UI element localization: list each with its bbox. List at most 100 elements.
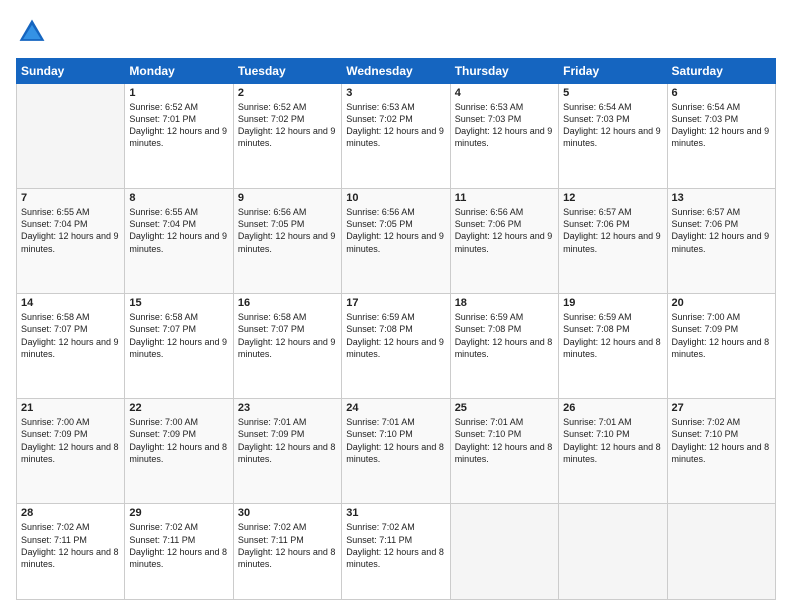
day-info: Sunrise: 7:02 AMSunset: 7:10 PMDaylight:… xyxy=(672,416,771,465)
day-number: 24 xyxy=(346,402,445,414)
day-number: 3 xyxy=(346,87,445,99)
day-number: 17 xyxy=(346,297,445,309)
day-info: Sunrise: 7:01 AMSunset: 7:10 PMDaylight:… xyxy=(346,416,445,465)
calendar-day-cell: 23Sunrise: 7:01 AMSunset: 7:09 PMDayligh… xyxy=(233,399,341,504)
day-number: 11 xyxy=(455,192,554,204)
calendar-day-cell xyxy=(559,504,667,600)
day-info: Sunrise: 6:52 AMSunset: 7:02 PMDaylight:… xyxy=(238,101,337,150)
day-info: Sunrise: 6:59 AMSunset: 7:08 PMDaylight:… xyxy=(346,311,445,360)
day-info: Sunrise: 6:56 AMSunset: 7:06 PMDaylight:… xyxy=(455,206,554,255)
calendar-day-cell: 3Sunrise: 6:53 AMSunset: 7:02 PMDaylight… xyxy=(342,84,450,189)
day-info: Sunrise: 7:01 AMSunset: 7:09 PMDaylight:… xyxy=(238,416,337,465)
calendar-day-cell: 19 Sunrise: 6:59 AMSunset: 7:08 PMDayligh… xyxy=(559,294,667,399)
day-number: 7 xyxy=(21,192,120,204)
day-info: Sunrise: 6:58 AMSunset: 7:07 PMDaylight:… xyxy=(238,311,337,360)
calendar-day-cell xyxy=(450,504,558,600)
calendar-week-row: 1Sunrise: 6:52 AMSunset: 7:01 PMDaylight… xyxy=(17,84,776,189)
day-number: 22 xyxy=(129,402,228,414)
calendar-day-header: Sunday xyxy=(17,59,125,84)
calendar-day-cell: 16 Sunrise: 6:58 AMSunset: 7:07 PMDayligh… xyxy=(233,294,341,399)
day-number: 18 xyxy=(455,297,554,309)
day-info: Sunrise: 7:00 AMSunset: 7:09 PMDaylight:… xyxy=(672,311,771,360)
calendar-day-cell: 7Sunrise: 6:55 AMSunset: 7:04 PMDaylight… xyxy=(17,189,125,294)
day-info: Sunrise: 6:56 AMSunset: 7:05 PMDaylight:… xyxy=(346,206,445,255)
day-info: Sunrise: 6:54 AMSunset: 7:03 PMDaylight:… xyxy=(672,101,771,150)
calendar-day-cell: 2 Sunrise: 6:52 AMSunset: 7:02 PMDaylight… xyxy=(233,84,341,189)
calendar-day-cell: 15 Sunrise: 6:58 AMSunset: 7:07 PMDayligh… xyxy=(125,294,233,399)
day-number: 12 xyxy=(563,192,662,204)
calendar-header-row: SundayMondayTuesdayWednesdayThursdayFrid… xyxy=(17,59,776,84)
calendar-day-cell: 28 Sunrise: 7:02 AMSunset: 7:11 PMDayligh… xyxy=(17,504,125,600)
calendar-week-row: 28 Sunrise: 7:02 AMSunset: 7:11 PMDayligh… xyxy=(17,504,776,600)
calendar-week-row: 21 Sunrise: 7:00 AMSunset: 7:09 PMDayligh… xyxy=(17,399,776,504)
day-number: 2 xyxy=(238,87,337,99)
day-number: 26 xyxy=(563,402,662,414)
calendar-day-header: Saturday xyxy=(667,59,775,84)
day-number: 8 xyxy=(129,192,228,204)
day-number: 19 xyxy=(563,297,662,309)
day-number: 21 xyxy=(21,402,120,414)
day-info: Sunrise: 6:57 AMSunset: 7:06 PMDaylight:… xyxy=(563,206,662,255)
header xyxy=(16,16,776,48)
calendar-day-header: Monday xyxy=(125,59,233,84)
calendar-day-cell xyxy=(17,84,125,189)
calendar-day-cell: 11 Sunrise: 6:56 AMSunset: 7:06 PMDayligh… xyxy=(450,189,558,294)
day-number: 15 xyxy=(129,297,228,309)
day-number: 9 xyxy=(238,192,337,204)
calendar-day-cell: 31Sunrise: 7:02 AMSunset: 7:11 PMDayligh… xyxy=(342,504,450,600)
day-number: 16 xyxy=(238,297,337,309)
day-info: Sunrise: 7:02 AMSunset: 7:11 PMDaylight:… xyxy=(21,521,120,570)
calendar-day-header: Tuesday xyxy=(233,59,341,84)
calendar-day-cell xyxy=(667,504,775,600)
day-info: Sunrise: 6:58 AMSunset: 7:07 PMDaylight:… xyxy=(129,311,228,360)
day-info: Sunrise: 6:57 AMSunset: 7:06 PMDaylight:… xyxy=(672,206,771,255)
calendar-table: SundayMondayTuesdayWednesdayThursdayFrid… xyxy=(16,58,776,600)
day-number: 29 xyxy=(129,507,228,519)
calendar-day-cell: 14 Sunrise: 6:58 AMSunset: 7:07 PMDayligh… xyxy=(17,294,125,399)
calendar-day-cell: 12 Sunrise: 6:57 AMSunset: 7:06 PMDayligh… xyxy=(559,189,667,294)
day-info: Sunrise: 6:58 AMSunset: 7:07 PMDaylight:… xyxy=(21,311,120,360)
day-info: Sunrise: 6:55 AMSunset: 7:04 PMDaylight:… xyxy=(129,206,228,255)
day-number: 28 xyxy=(21,507,120,519)
calendar-day-cell: 26 Sunrise: 7:01 AMSunset: 7:10 PMDayligh… xyxy=(559,399,667,504)
day-info: Sunrise: 6:59 AMSunset: 7:08 PMDaylight:… xyxy=(455,311,554,360)
calendar-day-cell: 21Sunrise: 7:00 AMSunset: 7:09 PMDayligh… xyxy=(17,399,125,504)
calendar-day-cell: 10 Sunrise: 6:56 AMSunset: 7:05 PMDayligh… xyxy=(342,189,450,294)
day-number: 30 xyxy=(238,507,337,519)
day-number: 4 xyxy=(455,87,554,99)
calendar-day-cell: 20 Sunrise: 7:00 AMSunset: 7:09 PMDayligh… xyxy=(667,294,775,399)
calendar-day-header: Thursday xyxy=(450,59,558,84)
day-number: 27 xyxy=(672,402,771,414)
logo-icon xyxy=(16,16,48,48)
day-info: Sunrise: 6:59 AMSunset: 7:08 PMDaylight:… xyxy=(563,311,662,360)
page: SundayMondayTuesdayWednesdayThursdayFrid… xyxy=(0,0,792,612)
day-number: 14 xyxy=(21,297,120,309)
calendar-day-cell: 6 Sunrise: 6:54 AMSunset: 7:03 PMDaylight… xyxy=(667,84,775,189)
calendar-day-header: Friday xyxy=(559,59,667,84)
calendar-day-cell: 18 Sunrise: 6:59 AMSunset: 7:08 PMDayligh… xyxy=(450,294,558,399)
day-number: 6 xyxy=(672,87,771,99)
calendar-day-cell: 9 Sunrise: 6:56 AMSunset: 7:05 PMDaylight… xyxy=(233,189,341,294)
calendar-day-cell: 1Sunrise: 6:52 AMSunset: 7:01 PMDaylight… xyxy=(125,84,233,189)
calendar-day-cell: 25Sunrise: 7:01 AMSunset: 7:10 PMDayligh… xyxy=(450,399,558,504)
day-info: Sunrise: 7:00 AMSunset: 7:09 PMDaylight:… xyxy=(129,416,228,465)
calendar-day-cell: 24 Sunrise: 7:01 AMSunset: 7:10 PMDayligh… xyxy=(342,399,450,504)
calendar-day-cell: 30Sunrise: 7:02 AMSunset: 7:11 PMDayligh… xyxy=(233,504,341,600)
calendar-day-cell: 5Sunrise: 6:54 AMSunset: 7:03 PMDaylight… xyxy=(559,84,667,189)
day-info: Sunrise: 6:56 AMSunset: 7:05 PMDaylight:… xyxy=(238,206,337,255)
day-info: Sunrise: 6:53 AMSunset: 7:03 PMDaylight:… xyxy=(455,101,554,150)
day-info: Sunrise: 7:01 AMSunset: 7:10 PMDaylight:… xyxy=(563,416,662,465)
day-number: 25 xyxy=(455,402,554,414)
logo xyxy=(16,16,52,48)
calendar-week-row: 14 Sunrise: 6:58 AMSunset: 7:07 PMDayligh… xyxy=(17,294,776,399)
day-info: Sunrise: 7:02 AMSunset: 7:11 PMDaylight:… xyxy=(346,521,445,570)
day-info: Sunrise: 7:02 AMSunset: 7:11 PMDaylight:… xyxy=(129,521,228,570)
calendar-day-cell: 27 Sunrise: 7:02 AMSunset: 7:10 PMDayligh… xyxy=(667,399,775,504)
calendar-day-cell: 17 Sunrise: 6:59 AMSunset: 7:08 PMDayligh… xyxy=(342,294,450,399)
day-number: 13 xyxy=(672,192,771,204)
calendar-week-row: 7 Sunrise: 6:55 AMSunset: 7:04 PMDaylight… xyxy=(17,189,776,294)
day-number: 10 xyxy=(346,192,445,204)
day-number: 5 xyxy=(563,87,662,99)
calendar-day-header: Wednesday xyxy=(342,59,450,84)
day-number: 20 xyxy=(672,297,771,309)
